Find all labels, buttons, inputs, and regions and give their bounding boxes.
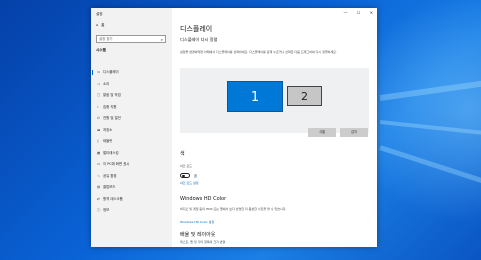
toggle-knob	[182, 174, 185, 178]
display-arrangement-area: 1 2	[180, 68, 369, 133]
page-title: 디스플레이	[180, 25, 213, 33]
app-title: 설정	[96, 12, 103, 16]
rearrange-heading: 디스플레이 다시 정렬	[180, 37, 218, 42]
search-placeholder: 설정 찾기	[99, 37, 113, 41]
home-label: 홈	[101, 23, 105, 27]
sidebar: 설정 ⌂ 홈 설정 찾기 ⌕ 시스템 ▭ 디스플레이 ◁ 소리 ▢ 알림 및 작업 ☾ 집중 지…	[91, 8, 172, 247]
search-input[interactable]: 설정 찾기 ⌕	[96, 35, 166, 43]
home-link[interactable]: ⌂ 홈	[96, 23, 105, 28]
night-light-toggle[interactable]	[180, 173, 190, 178]
sidebar-item-label: 정보	[103, 208, 110, 212]
sidebar-item-label: 집중 지원	[103, 104, 117, 109]
sidebar-item[interactable]: ▭ 디스플레이	[91, 67, 172, 78]
sidebar-item[interactable]: ☾ 집중 지원	[91, 102, 172, 113]
sidebar-item-label: 원격 데스크톱	[103, 196, 123, 201]
sidebar-item[interactable]: ⓘ 정보	[91, 205, 172, 216]
sidebar-item-label: 클립보드	[103, 185, 116, 189]
sidebar-item[interactable]: ▢ 알림 및 작업	[91, 90, 172, 101]
sidebar-item[interactable]: ⤳ 공유 환경	[91, 171, 172, 182]
scale-heading: 배율 및 레이아웃	[180, 232, 216, 238]
monitor-1-tile[interactable]: 1	[227, 81, 283, 112]
night-light-state: 끔	[194, 174, 197, 178]
sidebar-item-label: 멀티태스킹	[103, 150, 119, 155]
sidebar-item[interactable]: ▬ 저장소	[91, 125, 172, 136]
sidebar-item-label: 공유 환경	[103, 173, 117, 178]
section-label: 시스템	[96, 48, 106, 52]
wallpaper-light-beam	[379, 120, 481, 137]
sidebar-item[interactable]: ⏻ 전원 및 절전	[91, 113, 172, 124]
home-icon: ⌂	[96, 23, 99, 27]
night-light-settings-link[interactable]: 야간 모드 설정	[180, 181, 198, 185]
monitor-2-tile[interactable]: 2	[287, 86, 322, 106]
identify-button[interactable]: 식별	[308, 128, 336, 137]
hdr-description: 비디오 및 게임 등의 HDR 또는 앱에서 보다 선명한 더 풍성한 사진을 …	[180, 207, 287, 211]
sidebar-item-label: 저장소	[103, 127, 113, 132]
sidebar-item-label: 디스플레이	[103, 70, 119, 74]
hdr-heading: Windows HD Color	[180, 196, 227, 202]
sidebar-item[interactable]: ▦ 멀티태스킹	[91, 148, 172, 159]
sidebar-item-label: 알림 및 작업	[103, 93, 121, 97]
detect-button[interactable]: 감지	[340, 128, 368, 137]
night-light-label: 야간 모드	[180, 164, 192, 168]
sidebar-item[interactable]: ▭ 이 PC에 화면 표시	[91, 159, 172, 170]
color-heading: 색	[180, 151, 185, 157]
hdr-settings-link[interactable]: Windows HD Color 설정	[180, 220, 214, 224]
rearrange-description: 설정을 변경하려면 아래에서 디스플레이를 선택하세요. 디스플레이를 길게 누…	[180, 50, 337, 54]
sidebar-item[interactable]: ▯ 태블릿	[91, 136, 172, 147]
sidebar-item-label: 소리	[103, 81, 110, 86]
sidebar-item[interactable]: ⇄ 원격 데스크톱	[91, 194, 172, 205]
sidebar-item-label: 이 PC에 화면 표시	[103, 162, 130, 166]
scale-description: 텍스트, 앱 및 기타 항목의 크기 변경	[180, 240, 226, 244]
sidebar-item[interactable]: ▤ 클립보드	[91, 182, 172, 193]
sidebar-item-label: 태블릿	[103, 139, 113, 143]
sidebar-item-label: 전원 및 절전	[103, 116, 121, 120]
main-content: 디스플레이 디스플레이 다시 정렬 설정을 변경하려면 아래에서 디스플레이를 …	[172, 8, 377, 247]
settings-window: — ☐ ✕ 설정 ⌂ 홈 설정 찾기 ⌕ 시스템 ▭ 디스플레이 ◁ 소리 ▢ 알림 및 작…	[91, 8, 377, 247]
sidebar-item[interactable]: ◁ 소리	[91, 79, 172, 90]
wallpaper-light-beam	[379, 145, 481, 184]
wallpaper-light-beam	[379, 78, 481, 101]
search-icon: ⌕	[160, 37, 163, 42]
